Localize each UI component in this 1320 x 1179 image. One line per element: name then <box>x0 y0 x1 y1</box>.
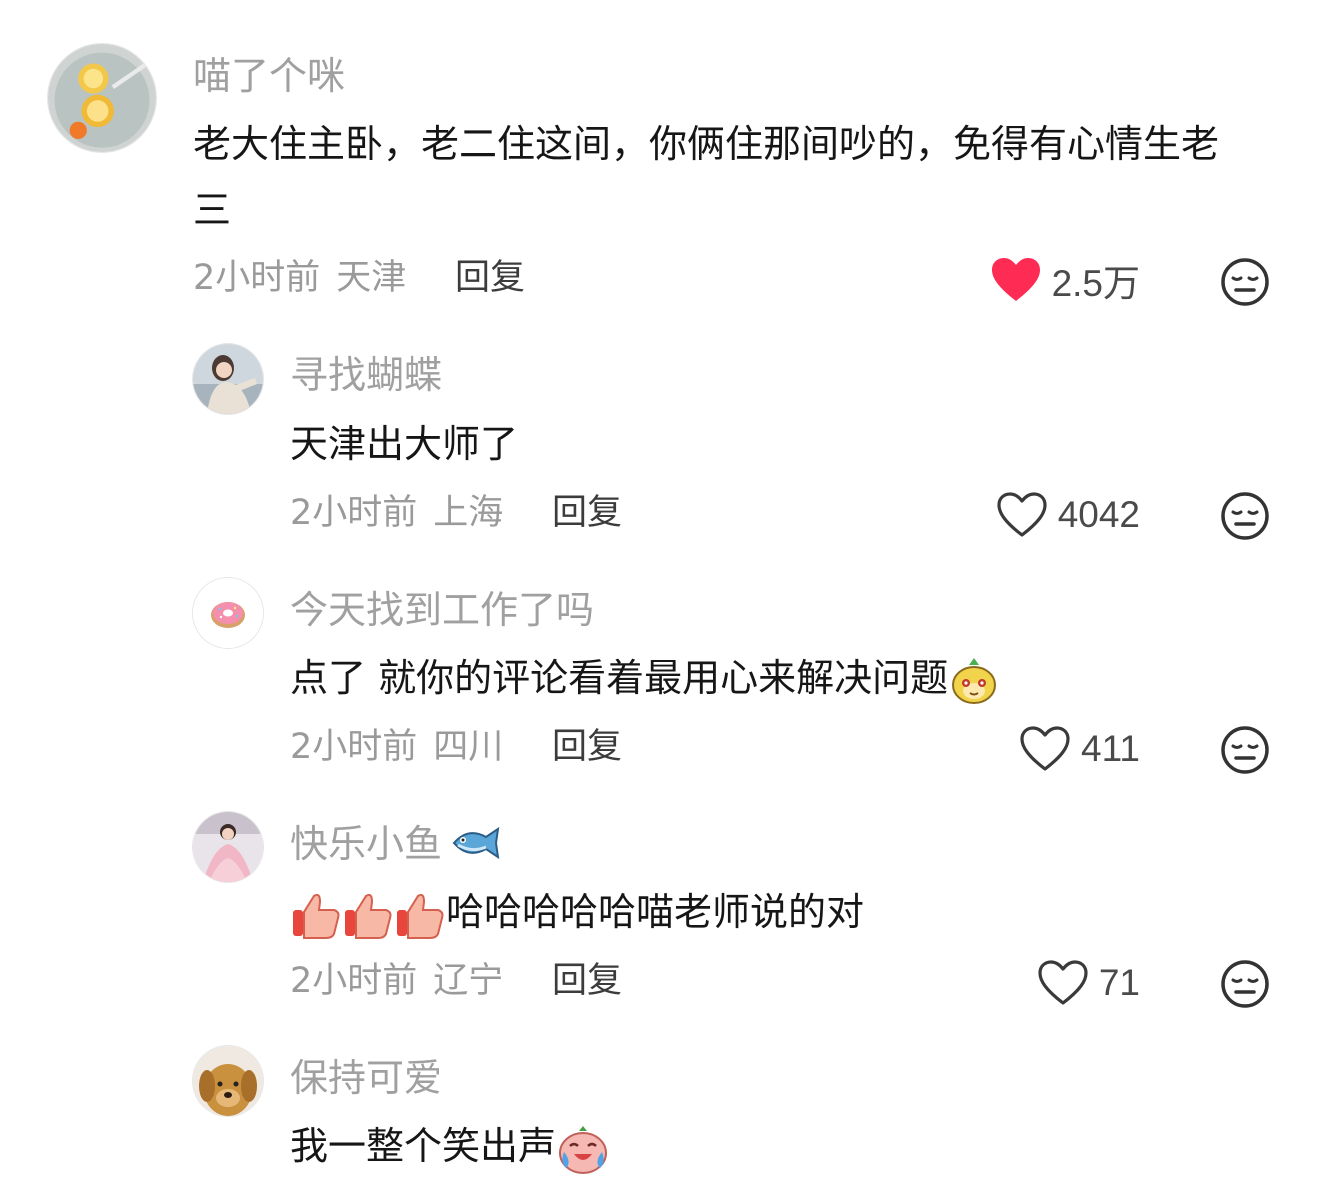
comment-text: 我一整个笑出声 <box>290 1113 1320 1179</box>
meh-face-icon <box>1221 258 1269 306</box>
comment-author[interactable]: 喵了个咪 <box>193 57 345 95</box>
heart-filled-icon <box>991 258 1040 301</box>
meh-face-icon <box>1221 960 1269 1008</box>
comment-meta: 2小时前 天津 <box>193 261 406 296</box>
comment-text: 点了 就你的评论看着最用心来解决问题 <box>290 645 1320 711</box>
comment-author[interactable]: 快乐小鱼 <box>290 825 500 863</box>
reply-button[interactable]: 回复 <box>552 964 622 999</box>
girl-photo-avatar-icon <box>193 344 263 414</box>
avatar[interactable] <box>193 344 263 414</box>
comment-location: 四川 <box>433 727 504 767</box>
author-name: 快乐小鱼 <box>290 822 443 866</box>
meh-face-icon <box>1221 726 1269 774</box>
like-count: 71 <box>1098 962 1140 1003</box>
comment-text: 天津出大师了 <box>290 422 519 466</box>
crying-laugh-emoji-icon <box>559 1125 608 1174</box>
like-count: 4042 <box>1057 494 1140 535</box>
comment-meta: 2小时前 辽宁 <box>290 964 503 999</box>
comment-time: 2小时前 <box>193 258 321 298</box>
dislike-button[interactable] <box>1220 257 1270 307</box>
dislike-button[interactable] <box>1220 491 1270 541</box>
reply-button[interactable]: 回复 <box>455 261 525 296</box>
comment-time: 2小时前 <box>290 493 418 533</box>
comment-meta: 2小时前 四川 <box>290 730 503 765</box>
comment-meta: 2小时前 上海 <box>290 496 503 531</box>
avatar[interactable] <box>193 812 263 882</box>
heart-outline-icon <box>1020 726 1070 771</box>
lemon-drink-avatar-icon <box>48 44 156 152</box>
comment-text-content: 我一整个笑出声 <box>290 1124 557 1168</box>
like-count: 2.5万 <box>1051 263 1140 304</box>
comment-time: 2小时前 <box>290 961 418 1001</box>
like-button[interactable]: 4042 <box>996 490 1140 540</box>
thumbs-up-emoji-icon <box>345 893 392 939</box>
comment-text: 哈哈哈哈哈喵老师说的对 <box>290 879 1320 945</box>
sly-fruit-emoji-icon <box>952 657 997 704</box>
like-button[interactable]: 71 <box>1037 958 1140 1008</box>
comment-author[interactable]: 保持可爱 <box>290 1059 442 1097</box>
reply-button[interactable]: 回复 <box>552 496 622 531</box>
avatar[interactable] <box>193 578 263 648</box>
comment-text: 老大住主卧，老二住这间，你俩住那间吵的，免得有心情生老三 <box>193 122 1220 232</box>
thumbs-up-emoji-icon <box>397 893 444 939</box>
comment-location: 上海 <box>433 493 504 533</box>
comment-text-content: 点了 就你的评论看着最用心来解决问题 <box>290 656 949 700</box>
avatar[interactable] <box>193 1046 263 1116</box>
reply-button[interactable]: 回复 <box>552 730 622 765</box>
heart-outline-icon <box>1038 960 1088 1005</box>
heart-outline-icon <box>997 492 1047 537</box>
avatar[interactable] <box>48 44 156 152</box>
comment-author[interactable]: 寻找蝴蝶 <box>290 356 442 394</box>
meh-face-icon <box>1221 492 1269 540</box>
child-dress-avatar-icon <box>193 812 263 882</box>
like-button[interactable]: 2.5万 <box>990 255 1140 305</box>
donut-avatar-icon <box>193 578 263 648</box>
comment-time: 2小时前 <box>290 727 418 767</box>
comment-text-content: 哈哈哈哈哈喵老师说的对 <box>446 890 865 934</box>
comment-location: 天津 <box>336 258 407 298</box>
thumbs-up-emoji-icon <box>293 893 340 939</box>
comment-location: 辽宁 <box>433 961 504 1001</box>
like-button[interactable]: 411 <box>1019 724 1140 774</box>
fish-emoji-icon <box>452 826 500 859</box>
comment-author[interactable]: 今天找到工作了吗 <box>290 591 594 629</box>
like-count: 411 <box>1081 728 1140 769</box>
dislike-button[interactable] <box>1220 959 1270 1009</box>
dislike-button[interactable] <box>1220 725 1270 775</box>
dog-avatar-icon <box>193 1046 263 1116</box>
